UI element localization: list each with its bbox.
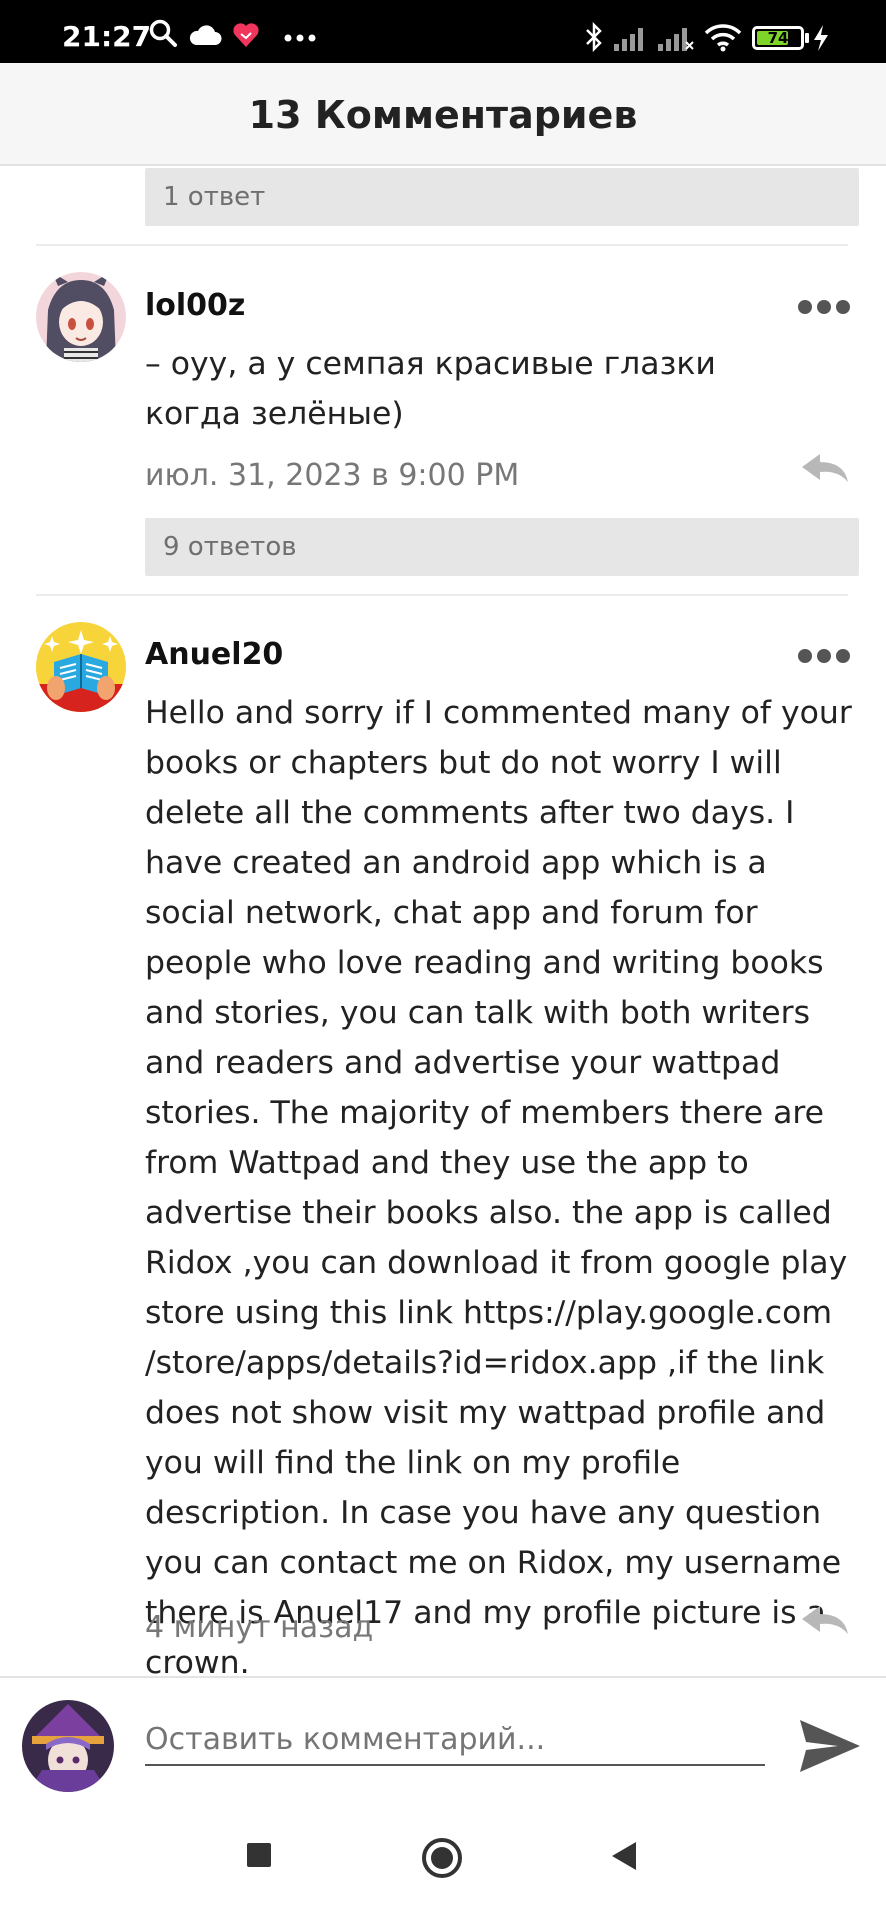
charging-icon [814,25,828,51]
avatar [22,1700,114,1792]
comment-username[interactable]: Anuel20 [145,637,283,672]
comment-text: – оуу, а у семпая красивые глазки когда … [145,346,716,432]
comment-username[interactable]: lol00z [145,288,245,323]
comment-text: Hello and sorry if I commented many of y… [145,695,852,1681]
bluetooth-icon [586,22,602,52]
view-replies-button[interactable]: 9 ответов [145,518,859,576]
back-button[interactable] [608,1840,638,1872]
page-title: 13 Комментариев [248,93,638,137]
cloud-icon [189,25,222,45]
reply-icon[interactable] [800,452,850,484]
battery-nub [805,33,809,43]
more-dots-icon [284,34,316,42]
comment-timestamp: июл. 31, 2023 в 9:00 PM [145,458,520,493]
avatar[interactable] [36,272,126,362]
more-options-icon[interactable] [798,298,850,318]
more-options-icon[interactable] [798,647,850,667]
avatar[interactable] [36,622,126,712]
signal-icon [658,28,694,51]
battery-icon: 74 [752,26,804,50]
search-icon [149,19,177,47]
send-icon[interactable] [798,1716,862,1776]
comment-composer [0,1676,886,1812]
comment-timestamp: 4 минут назад [145,1610,374,1645]
comment-divider [36,594,848,596]
comments-header: 13 Комментариев [0,63,886,166]
wifi-icon [704,24,742,52]
recent-apps-button[interactable] [244,1840,274,1870]
heart-icon [233,23,259,47]
signal-icon [614,28,643,51]
view-replies-button[interactable]: 1 ответ [145,168,859,226]
status-bar: 21:27 74 [0,0,886,63]
system-nav-bar [0,1812,886,1920]
home-button[interactable] [420,1836,464,1880]
comment-divider [36,244,848,246]
reply-icon[interactable] [800,1604,850,1636]
battery-percent: 74 [767,29,789,47]
status-time: 21:27 [62,20,152,53]
comment-input[interactable] [145,1714,765,1766]
